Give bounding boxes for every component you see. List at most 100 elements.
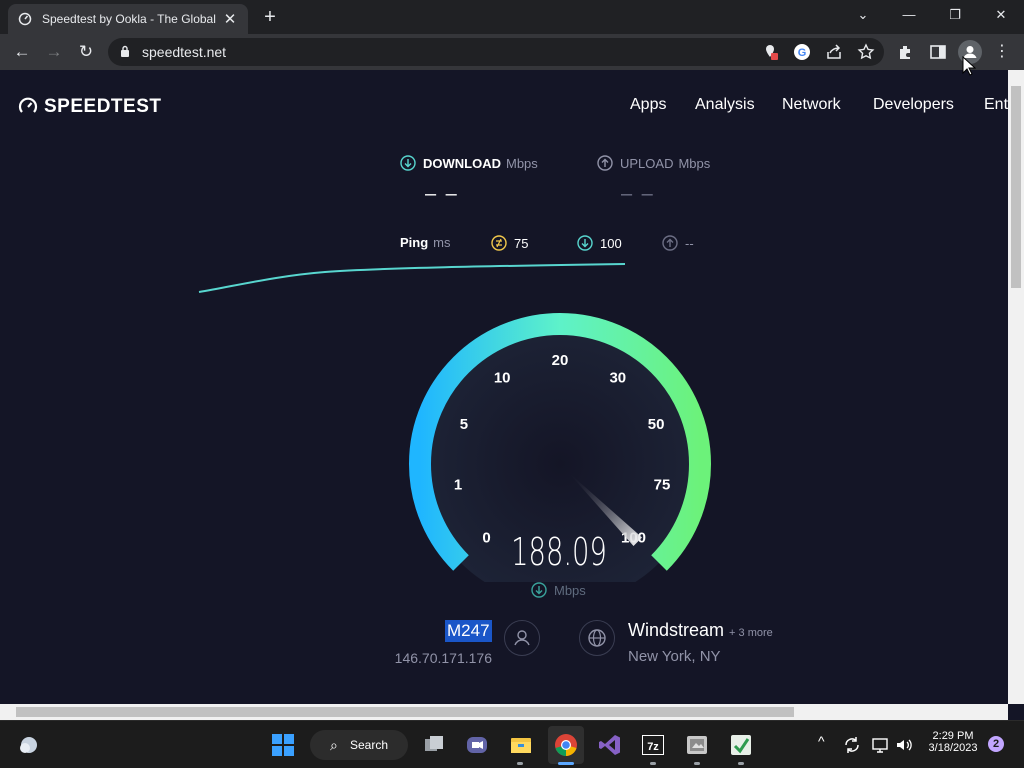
browser-menu-button[interactable]: ⋮ <box>990 40 1014 64</box>
gauge-tick-5: 5 <box>460 416 468 433</box>
chrome-icon[interactable] <box>553 732 579 758</box>
reload-button[interactable]: ↻ <box>74 40 98 64</box>
upload-latency-icon <box>662 235 678 251</box>
google-icon[interactable]: G <box>792 42 812 62</box>
nav-enterprise[interactable]: Ent <box>984 96 1008 114</box>
clock-date: 3/18/2023 <box>928 742 978 754</box>
snipping-running-indicator <box>694 762 700 765</box>
gauge-tick-75: 75 <box>654 476 671 493</box>
ping-upload: -- <box>662 235 694 251</box>
speedtest-logo-icon <box>18 97 38 113</box>
gauge-tick-10: 10 <box>494 370 511 387</box>
chrome-running-indicator <box>558 762 574 765</box>
gauge-tick-1: 1 <box>454 476 462 493</box>
tab-search-icon[interactable]: ⌄ <box>840 0 886 30</box>
vertical-scroll-thumb[interactable] <box>1011 86 1021 288</box>
reading-unit: Mbps <box>554 582 586 598</box>
server-button[interactable] <box>579 620 615 656</box>
server-more-link[interactable]: + 3 more <box>729 627 773 639</box>
teams-chat-icon[interactable] <box>464 732 490 758</box>
horizontal-scroll-thumb[interactable] <box>16 707 794 717</box>
download-arrow-icon <box>400 155 416 171</box>
ping-idle-value: 75 <box>514 235 529 251</box>
ping-label: Ping <box>400 235 429 250</box>
volume-icon[interactable] <box>894 735 914 755</box>
client-ip: 146.70.171.176 <box>394 650 492 666</box>
show-hidden-icons-icon[interactable]: ^ <box>818 733 825 749</box>
svg-text:7z: 7z <box>647 741 659 753</box>
upload-label: UPLOAD <box>620 155 674 171</box>
ping-unit: ms <box>433 235 451 250</box>
7zip-running-indicator <box>650 762 656 765</box>
logo-text: SPEEDTEST <box>44 96 162 117</box>
sync-icon[interactable] <box>842 735 862 755</box>
gauge-tick-50: 50 <box>648 416 665 433</box>
minimize-button[interactable]: — <box>886 0 932 30</box>
restore-button[interactable]: ❐ <box>932 0 978 30</box>
windows-start-icon[interactable] <box>270 732 296 758</box>
lock-icon <box>121 45 129 57</box>
share-icon[interactable] <box>824 42 844 62</box>
server-location: New York, NY <box>628 648 721 665</box>
file-explorer-icon[interactable] <box>508 732 534 758</box>
installer-app-icon[interactable] <box>728 732 754 758</box>
nav-developers[interactable]: Developers <box>873 96 954 114</box>
upload-value: – – <box>621 183 655 205</box>
windows-taskbar: ⌕ Search 7z ^ 2:29 PM 3/18/2023 2 <box>0 720 1024 768</box>
taskbar-search-box[interactable]: ⌕ Search <box>310 730 408 760</box>
tab-title: Speedtest by Ookla - The Global <box>42 12 216 26</box>
forward-button[interactable]: → <box>42 40 66 64</box>
extensions-icon[interactable] <box>896 42 916 62</box>
explorer-running-indicator <box>517 762 523 765</box>
nav-network[interactable]: Network <box>782 96 841 114</box>
close-tab-icon[interactable]: ✕ <box>222 10 238 28</box>
nav-apps[interactable]: Apps <box>630 96 666 114</box>
side-panel-icon[interactable] <box>928 42 948 62</box>
globe-icon <box>588 629 606 647</box>
speedtest-logo[interactable]: SPEEDTEST <box>18 96 161 118</box>
user-button[interactable] <box>504 620 540 656</box>
task-view-icon[interactable] <box>421 732 447 758</box>
blocked-location-icon[interactable] <box>760 42 780 62</box>
new-tab-button[interactable]: + <box>258 4 282 30</box>
speed-reading: 188.09 <box>511 530 607 574</box>
reading-download-icon <box>531 582 547 598</box>
server-provider[interactable]: Windstream + 3 more <box>628 620 773 641</box>
speed-history-line <box>198 263 626 293</box>
bookmark-star-icon[interactable] <box>856 42 876 62</box>
gauge-tick-30: 30 <box>609 370 626 387</box>
gauge-tick-20: 20 <box>552 352 569 369</box>
mouse-cursor-icon <box>962 56 976 76</box>
visual-studio-icon[interactable] <box>597 732 623 758</box>
ping-download-value: 100 <box>600 235 622 251</box>
browser-tab[interactable]: Speedtest by Ookla - The Global ✕ <box>8 4 248 34</box>
download-latency-icon <box>577 235 593 251</box>
back-button[interactable]: ← <box>10 40 34 64</box>
ping-download: 100 <box>577 235 622 251</box>
download-unit: Mbps <box>506 155 538 171</box>
clock[interactable]: 2:29 PM 3/18/2023 <box>918 730 988 754</box>
network-icon[interactable] <box>870 735 890 755</box>
download-value: – – <box>425 183 459 205</box>
upload-header: UPLOAD Mbps <box>597 155 710 171</box>
7zip-icon[interactable]: 7z <box>640 732 666 758</box>
ping-upload-value: -- <box>685 235 694 251</box>
speedtest-favicon-icon <box>18 12 32 26</box>
snipping-tool-icon[interactable] <box>684 732 710 758</box>
client-name[interactable]: M247 <box>445 620 492 642</box>
user-icon <box>514 630 530 646</box>
server-name: Windstream <box>628 620 725 640</box>
close-window-button[interactable]: ✕ <box>978 0 1024 30</box>
download-label: DOWNLOAD <box>423 155 501 171</box>
installer-running-indicator <box>738 762 744 765</box>
nav-analysis[interactable]: Analysis <box>695 96 755 114</box>
search-icon: ⌕ <box>330 737 338 753</box>
svg-text:G: G <box>798 47 807 59</box>
weather-icon[interactable] <box>16 732 42 758</box>
upload-arrow-icon <box>597 155 613 171</box>
taskbar-search-label: Search <box>350 738 389 752</box>
notification-badge[interactable]: 2 <box>988 736 1004 752</box>
reading-unit-group: Mbps <box>531 582 586 598</box>
speedtest-page: SPEEDTEST Apps Analysis Network Develope… <box>0 70 1008 704</box>
address-bar[interactable]: speedtest.net G <box>108 38 884 66</box>
